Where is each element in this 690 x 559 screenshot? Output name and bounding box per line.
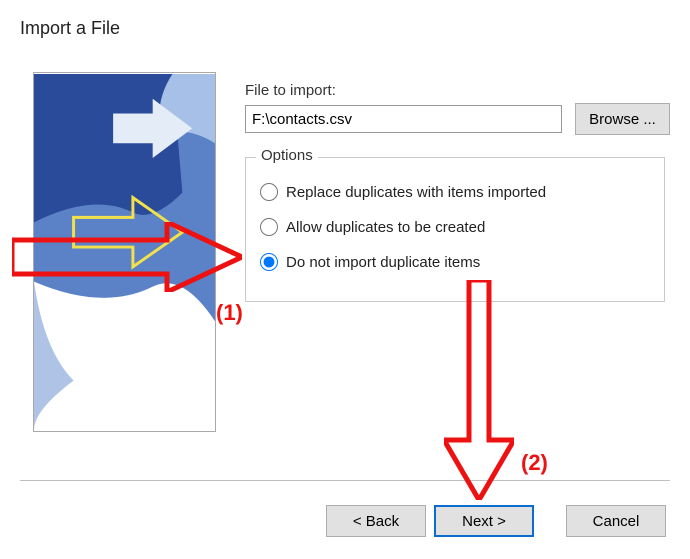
options-group: Options Replace duplicates with items im… [245, 157, 665, 302]
radio-replace-duplicates-input[interactable] [260, 183, 278, 201]
radio-label: Do not import duplicate items [286, 254, 480, 271]
dialog-title: Import a File [20, 18, 120, 39]
radio-do-not-import-duplicates[interactable]: Do not import duplicate items [260, 253, 480, 271]
radio-label: Replace duplicates with items imported [286, 184, 546, 201]
options-legend: Options [256, 147, 318, 164]
annotation-label-2: (2) [521, 450, 548, 476]
radio-do-not-import-duplicates-input[interactable] [260, 253, 278, 271]
next-button[interactable]: Next > [434, 505, 534, 537]
wizard-illustration [33, 72, 216, 432]
radio-replace-duplicates[interactable]: Replace duplicates with items imported [260, 183, 546, 201]
radio-allow-duplicates-input[interactable] [260, 218, 278, 236]
annotation-label-1: (1) [216, 300, 243, 326]
file-import-label: File to import: [245, 82, 336, 99]
browse-button[interactable]: Browse ... [575, 103, 670, 135]
file-path-input[interactable] [245, 105, 562, 133]
annotation-arrow-2 [444, 280, 514, 500]
cancel-button[interactable]: Cancel [566, 505, 666, 537]
radio-label: Allow duplicates to be created [286, 219, 485, 236]
back-button[interactable]: < Back [326, 505, 426, 537]
radio-allow-duplicates[interactable]: Allow duplicates to be created [260, 218, 485, 236]
divider [20, 480, 670, 481]
